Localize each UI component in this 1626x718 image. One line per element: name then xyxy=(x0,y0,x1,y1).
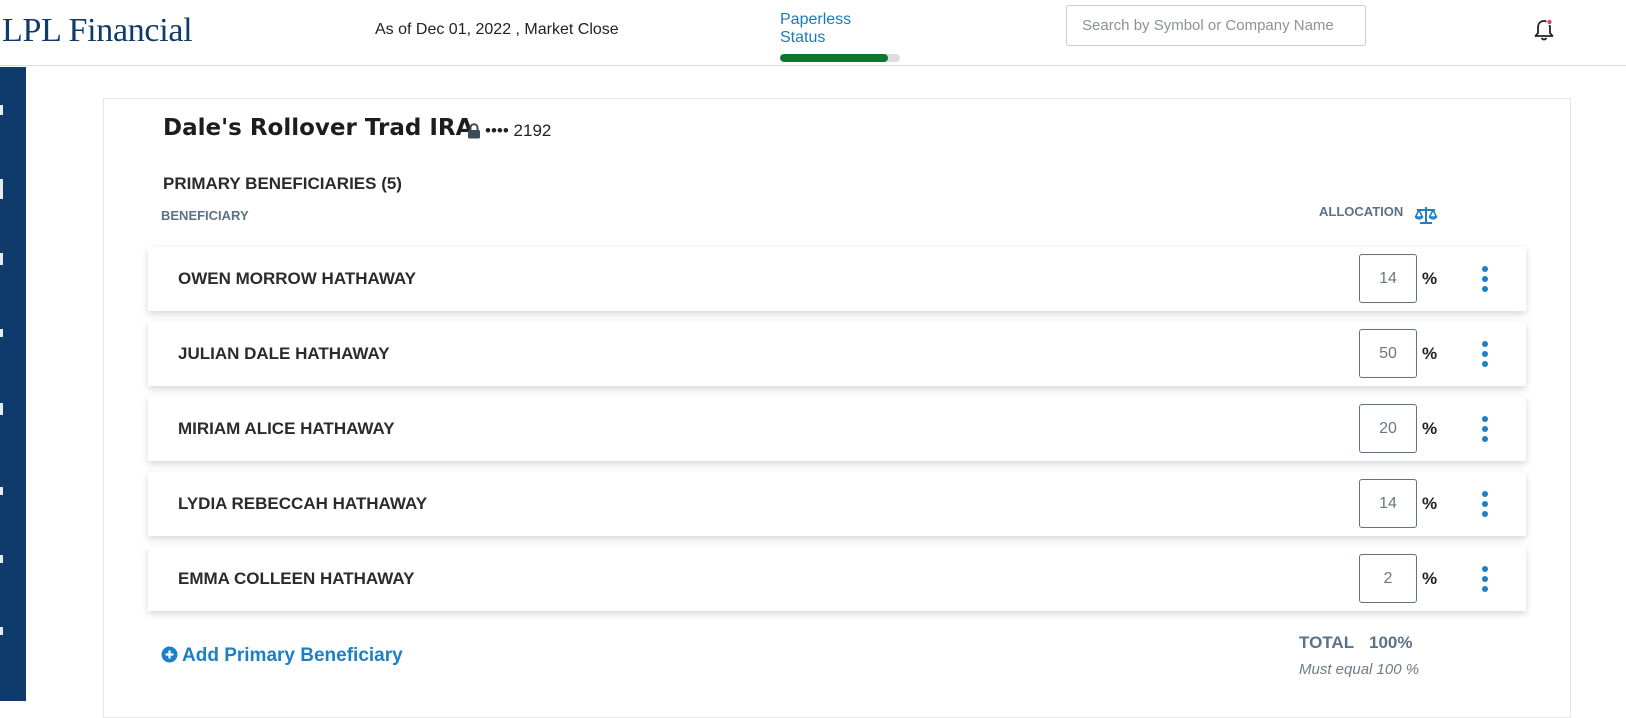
nav-marker[interactable] xyxy=(0,555,3,563)
beneficiary-row: LYDIA REBECCAH HATHAWAY % xyxy=(148,472,1526,536)
allocation-input[interactable] xyxy=(1359,329,1417,378)
percent-sign: % xyxy=(1422,419,1438,438)
beneficiary-name: JULIAN DALE HATHAWAY xyxy=(178,344,390,363)
symbol-search-input[interactable] xyxy=(1066,5,1366,46)
lock-icon xyxy=(468,123,480,139)
kebab-menu-icon[interactable] xyxy=(1477,489,1493,519)
primary-beneficiaries-heading: PRIMARY BENEFICIARIES (5) xyxy=(163,174,402,193)
paperless-status[interactable]: Paperless Status xyxy=(780,11,900,62)
nav-marker[interactable] xyxy=(0,627,3,635)
paperless-progress-bar xyxy=(780,54,900,62)
account-number: •••• 2192 xyxy=(485,121,552,140)
percent-sign: % xyxy=(1422,569,1438,588)
nav-marker[interactable] xyxy=(0,253,3,265)
nav-marker[interactable] xyxy=(0,105,3,115)
nav-marker[interactable] xyxy=(0,403,3,415)
top-bar: LPL Financial As of Dec 01, 2022 , Marke… xyxy=(0,0,1626,66)
beneficiary-row: MIRIAM ALICE HATHAWAY % xyxy=(148,397,1526,461)
beneficiary-row: OWEN MORROW HATHAWAY % xyxy=(148,247,1526,311)
beneficiary-name: LYDIA REBECCAH HATHAWAY xyxy=(178,494,428,513)
beneficiary-name: MIRIAM ALICE HATHAWAY xyxy=(178,419,395,438)
allocation-input[interactable] xyxy=(1359,554,1417,603)
balance-scale-icon[interactable] xyxy=(1414,205,1438,225)
bell-icon[interactable] xyxy=(1533,18,1555,42)
kebab-menu-icon[interactable] xyxy=(1477,414,1493,444)
allocation-column-header: ALLOCATION xyxy=(1319,204,1404,219)
account-title: Dale's Rollover Trad IRA xyxy=(163,115,474,141)
paperless-status-label[interactable]: Paperless Status xyxy=(780,11,900,47)
plus-circle-icon xyxy=(161,646,178,663)
allocation-input[interactable] xyxy=(1359,404,1417,453)
nav-marker-active[interactable] xyxy=(0,179,3,199)
add-primary-beneficiary-label[interactable]: Add Primary Beneficiary xyxy=(182,645,403,666)
beneficiary-row: EMMA COLLEEN HATHAWAY % xyxy=(148,547,1526,611)
paperless-progress-fill xyxy=(780,54,888,62)
lpl-logo[interactable]: LPL Financial xyxy=(2,12,193,50)
total-validation-note: Must equal 100 % xyxy=(1299,661,1420,678)
beneficiary-name: OWEN MORROW HATHAWAY xyxy=(178,269,416,288)
nav-marker[interactable] xyxy=(0,329,3,337)
percent-sign: % xyxy=(1422,494,1438,513)
allocation-input[interactable] xyxy=(1359,254,1417,303)
kebab-menu-icon[interactable] xyxy=(1477,339,1493,369)
total-value: 100% xyxy=(1369,633,1413,652)
kebab-menu-icon[interactable] xyxy=(1477,564,1493,594)
beneficiary-name: EMMA COLLEEN HATHAWAY xyxy=(178,569,415,588)
allocation-input[interactable] xyxy=(1359,479,1417,528)
market-as-of-text: As of Dec 01, 2022 , Market Close xyxy=(375,21,619,38)
percent-sign: % xyxy=(1422,269,1438,288)
percent-sign: % xyxy=(1422,344,1438,363)
beneficiary-row: JULIAN DALE HATHAWAY % xyxy=(148,322,1526,386)
nav-marker[interactable] xyxy=(0,487,3,495)
left-nav-rail[interactable] xyxy=(0,67,26,701)
total-label: TOTAL xyxy=(1299,633,1355,652)
kebab-menu-icon[interactable] xyxy=(1477,264,1493,294)
add-primary-beneficiary-button[interactable]: Add Primary Beneficiary xyxy=(161,645,403,667)
beneficiary-column-header: BENEFICIARY xyxy=(161,208,249,223)
